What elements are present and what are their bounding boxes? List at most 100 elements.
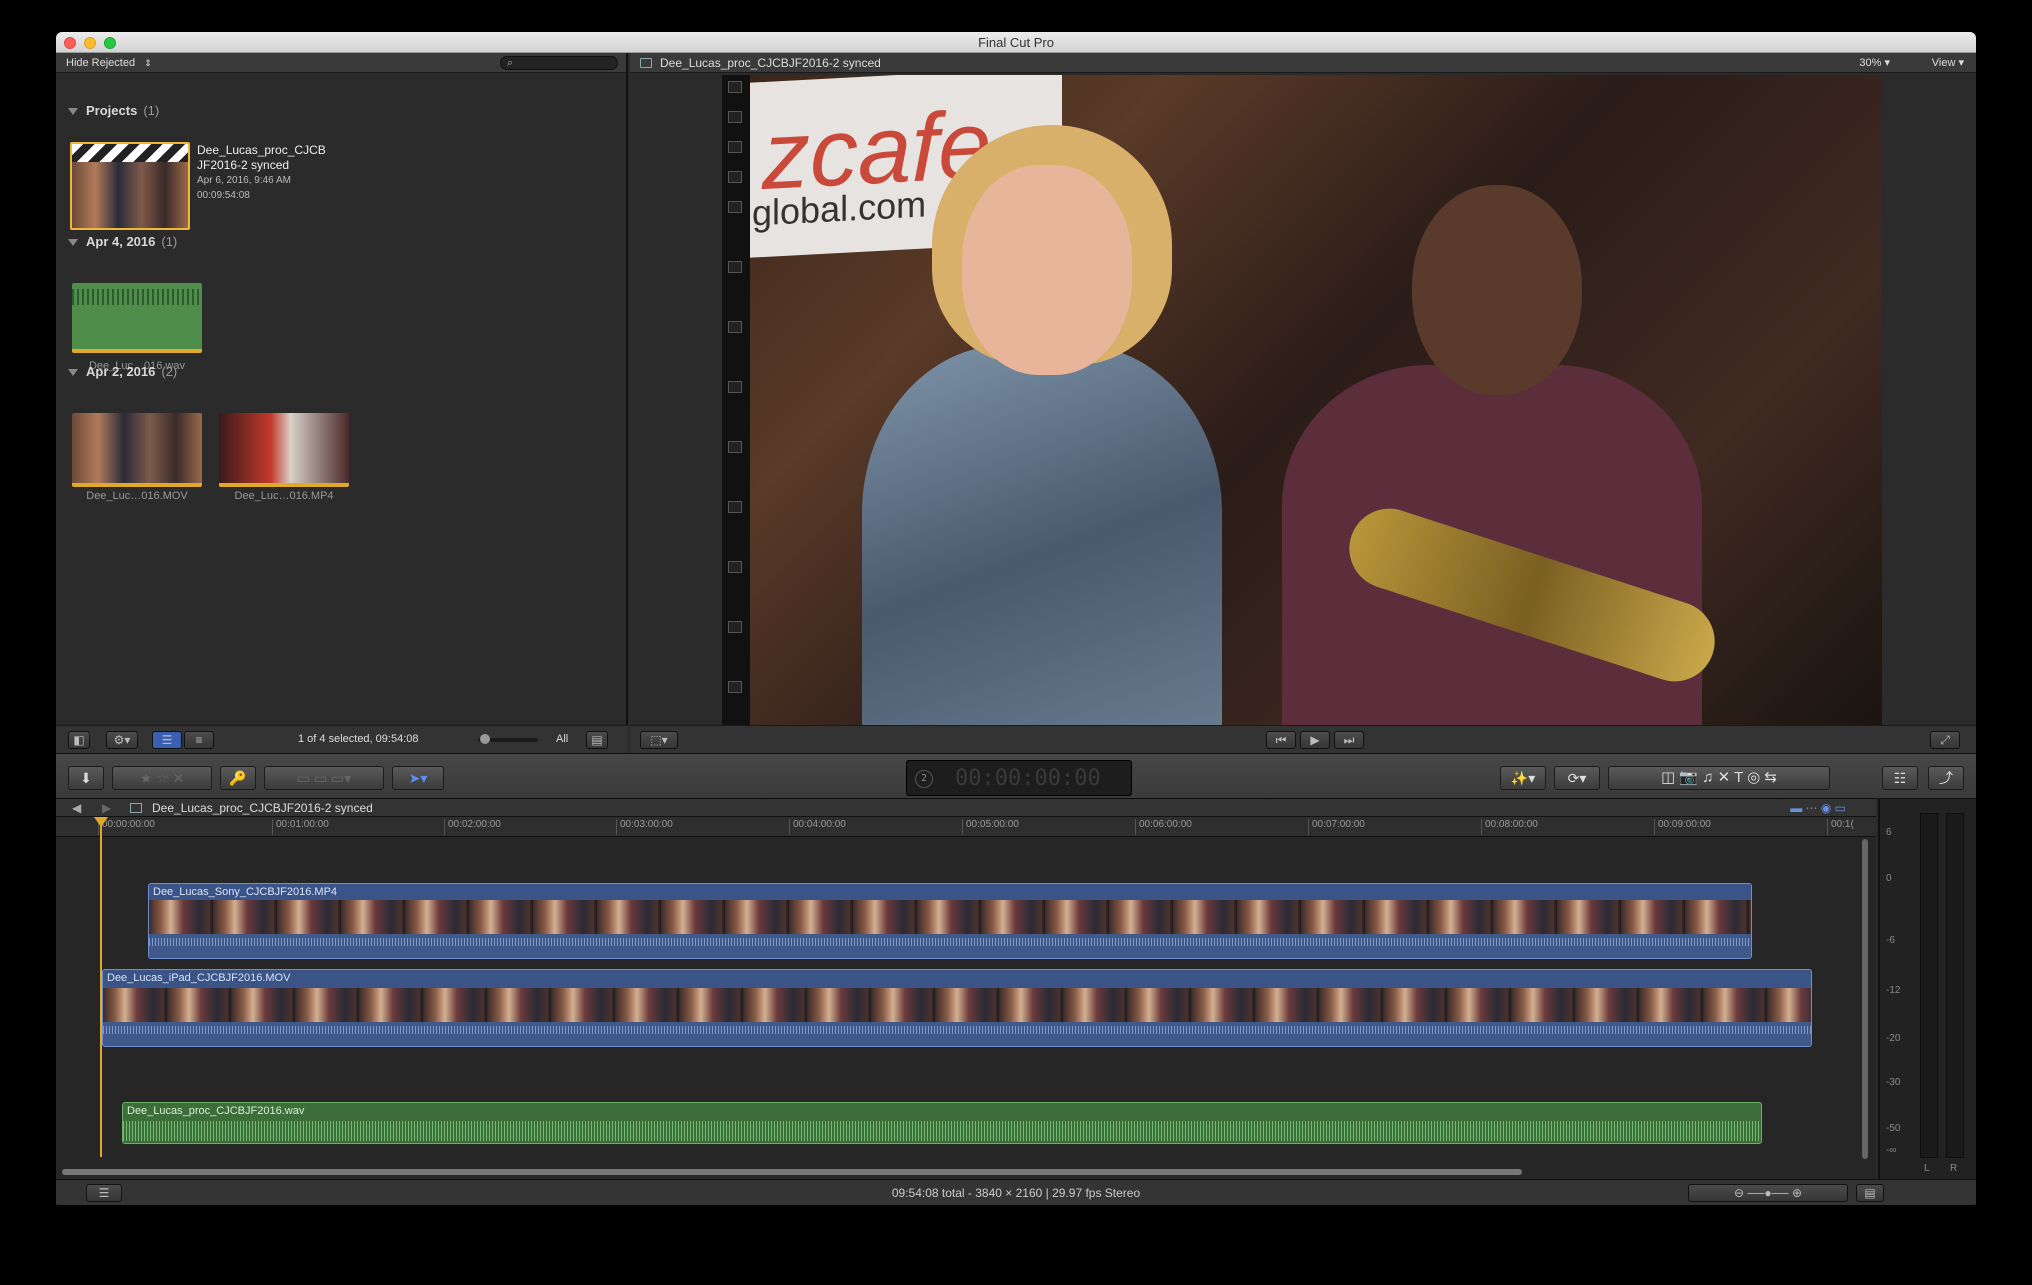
clip-label: Dee_Luc…016.MOV bbox=[86, 490, 188, 502]
sprocket bbox=[728, 381, 742, 393]
section-title: Apr 4, 2016 bbox=[86, 234, 156, 249]
ruler-tick: 00:05:00:00 bbox=[962, 819, 1019, 835]
zoom-popup[interactable]: 30% ▾ bbox=[1859, 53, 1890, 73]
zoom-value: 30% bbox=[1859, 57, 1882, 69]
browser-search-field[interactable]: ⌕ bbox=[500, 56, 618, 70]
timeline-zoom-slider[interactable]: ⊖ ──●── ⊕ bbox=[1688, 1184, 1848, 1202]
select-tool-button[interactable]: ➤▾ bbox=[392, 766, 444, 790]
background-tasks-icon[interactable]: 2 bbox=[915, 770, 933, 788]
ruler-tick: 00:08:00:00 bbox=[1481, 819, 1538, 835]
title-bar: Final Cut Pro bbox=[56, 32, 1976, 53]
viewer: Dee_Lucas_proc_CJCBJF2016-2 synced 30% ▾… bbox=[630, 53, 1976, 753]
clip-appearance-icon[interactable]: ▤ bbox=[1856, 1184, 1884, 1202]
timeline-clip-sony-mp4[interactable]: Dee_Lucas_Sony_CJCBJF2016.MP4 bbox=[148, 883, 1752, 959]
sprocket bbox=[728, 141, 742, 153]
enhancements-button[interactable]: ✨▾ bbox=[1500, 766, 1546, 790]
forward-arrow-icon[interactable]: ▶ bbox=[102, 799, 111, 817]
clip-name: Dee_Lucas_Sony_CJCBJF2016.MP4 bbox=[153, 886, 338, 898]
retime-button[interactable]: ⟳▾ bbox=[1554, 766, 1600, 790]
project-duration: 00:09:54:08 bbox=[197, 190, 250, 201]
meter-scale: -20 bbox=[1886, 1033, 1901, 1044]
keyword-icon[interactable]: 🔑 bbox=[220, 766, 256, 790]
filmstrip-view-button[interactable]: ☰ bbox=[152, 731, 182, 749]
rating-buttons[interactable]: ★ ☆ ✕ bbox=[112, 766, 212, 790]
toolbar: ⬇ ★ ☆ ✕ 🔑 ▭ ▭ ▭▾ ➤▾ 2 00:00:00:00 ✨▾ ⟳▾ … bbox=[56, 753, 1976, 799]
vertical-scrollbar[interactable] bbox=[1862, 839, 1868, 1159]
sprocket bbox=[728, 111, 742, 123]
edit-buttons[interactable]: ▭ ▭ ▭▾ bbox=[264, 766, 384, 790]
meter-scale: -12 bbox=[1886, 985, 1901, 996]
browser-header: Hide Rejected ⇕ ⌕ bbox=[56, 53, 626, 73]
clapper-icon bbox=[640, 58, 652, 68]
library-toggle-button[interactable]: ◧ bbox=[68, 731, 90, 749]
project-date: Apr 6, 2016, 9:46 AM bbox=[197, 175, 291, 186]
share-icon[interactable]: ⤴ bbox=[1928, 766, 1964, 790]
sprocket bbox=[728, 171, 742, 183]
horizontal-scrollbar[interactable] bbox=[62, 1169, 1522, 1175]
timeline-header: ◀ ▶ Dee_Lucas_proc_CJCBJF2016-2 synced ▬… bbox=[56, 799, 1876, 817]
playhead[interactable] bbox=[94, 817, 108, 1157]
disclosure-triangle-icon[interactable] bbox=[68, 108, 78, 116]
play-button[interactable]: ▶ bbox=[1300, 731, 1330, 749]
disclosure-triangle-icon[interactable] bbox=[68, 239, 78, 247]
dashboard-timecode[interactable]: 2 00:00:00:00 bbox=[906, 760, 1132, 796]
ruler-tick: 00:1( bbox=[1827, 819, 1854, 835]
section-apr-4[interactable]: Apr 4, 2016 (1) bbox=[68, 234, 177, 249]
viewer-title: Dee_Lucas_proc_CJCBJF2016-2 synced bbox=[660, 56, 881, 70]
sprocket bbox=[728, 561, 742, 573]
shawl bbox=[862, 345, 1222, 726]
back-arrow-icon[interactable]: ◀ bbox=[72, 799, 81, 817]
audio-meters: 6 0 -6 -12 -20 -30 -50 -∞ L R bbox=[1878, 799, 1976, 1179]
timeline-view-controls[interactable]: ▬ ⋯ ◉ ▭ bbox=[1790, 799, 1846, 817]
close-button[interactable] bbox=[64, 37, 76, 49]
slider-knob[interactable] bbox=[480, 734, 490, 744]
meter-scale: 6 bbox=[1886, 827, 1892, 838]
meter-scale: 0 bbox=[1886, 873, 1892, 884]
selection-status: 1 of 4 selected, 09:54:08 bbox=[298, 733, 419, 745]
import-button[interactable]: ⬇ bbox=[68, 766, 104, 790]
clip-size-slider[interactable] bbox=[478, 734, 538, 744]
go-to-end-button[interactable]: ⏭ bbox=[1334, 731, 1364, 749]
clapper-icon bbox=[72, 144, 188, 162]
ruler-tick: 00:06:00:00 bbox=[1135, 819, 1192, 835]
section-title: Projects bbox=[86, 103, 138, 118]
action-gear-button[interactable]: ⚙▾ bbox=[106, 731, 138, 749]
clip-thumbnail-mov[interactable] bbox=[72, 413, 202, 487]
timeline-index-button[interactable]: ☰ bbox=[86, 1184, 122, 1202]
meter-scale: -6 bbox=[1886, 935, 1895, 946]
transform-popup-button[interactable]: ⬚▾ bbox=[640, 731, 678, 749]
meter-scale: -50 bbox=[1886, 1123, 1901, 1134]
section-projects[interactable]: Projects (1) bbox=[68, 103, 159, 118]
minimize-button[interactable] bbox=[84, 37, 96, 49]
audio-waveform bbox=[149, 934, 1751, 958]
project-name-line1: Dee_Lucas_proc_CJCB bbox=[197, 143, 326, 157]
section-title: Apr 2, 2016 bbox=[86, 364, 156, 379]
disclosure-triangle-icon[interactable] bbox=[68, 369, 78, 377]
clip-thumbnail-mp4[interactable] bbox=[219, 413, 349, 487]
filter-chevron-icon[interactable]: ⇕ bbox=[144, 58, 152, 68]
timeline[interactable]: ◀ ▶ Dee_Lucas_proc_CJCBJF2016-2 synced ▬… bbox=[56, 799, 1876, 1179]
project-thumbnail[interactable] bbox=[70, 142, 190, 230]
timeline-clip-ipad-mov[interactable]: Dee_Lucas_iPad_CJCBJF2016.MOV bbox=[102, 969, 1812, 1047]
section-apr-2[interactable]: Apr 2, 2016 (2) bbox=[68, 364, 177, 379]
sprocket bbox=[728, 501, 742, 513]
sprocket bbox=[728, 321, 742, 333]
zoom-button[interactable] bbox=[104, 37, 116, 49]
filter-popup[interactable]: Hide Rejected bbox=[66, 57, 135, 69]
time-ruler[interactable]: 00:00:00:00 00:01:00:00 00:02:00:00 00:0… bbox=[56, 817, 1876, 837]
clip-appearance-button[interactable]: ▤ bbox=[586, 731, 608, 749]
video-frame[interactable]: zcafe global.com bbox=[722, 75, 1882, 726]
head bbox=[1412, 185, 1582, 395]
clip-name: Dee_Lucas_iPad_CJCBJF2016.MOV bbox=[107, 972, 291, 984]
view-popup[interactable]: View ▾ bbox=[1932, 53, 1964, 73]
clip-thumbnail-wav[interactable] bbox=[72, 283, 202, 353]
media-browsers[interactable]: ◫ 📷 ♫ ✕ T ◎ ⇆ bbox=[1608, 766, 1830, 790]
timeline-clip-proc-wav[interactable]: Dee_Lucas_proc_CJCBJF2016.wav bbox=[122, 1102, 1762, 1144]
go-to-start-button[interactable]: ⏮ bbox=[1266, 731, 1296, 749]
fullscreen-icon[interactable]: ⤢ bbox=[1930, 731, 1960, 749]
ruler-tick: 00:03:00:00 bbox=[616, 819, 673, 835]
list-view-button[interactable]: ≡ bbox=[184, 731, 214, 749]
inspector-button[interactable]: ☷ bbox=[1882, 766, 1918, 790]
duration-all-label[interactable]: All bbox=[556, 733, 568, 745]
waveform-icon bbox=[72, 289, 202, 305]
